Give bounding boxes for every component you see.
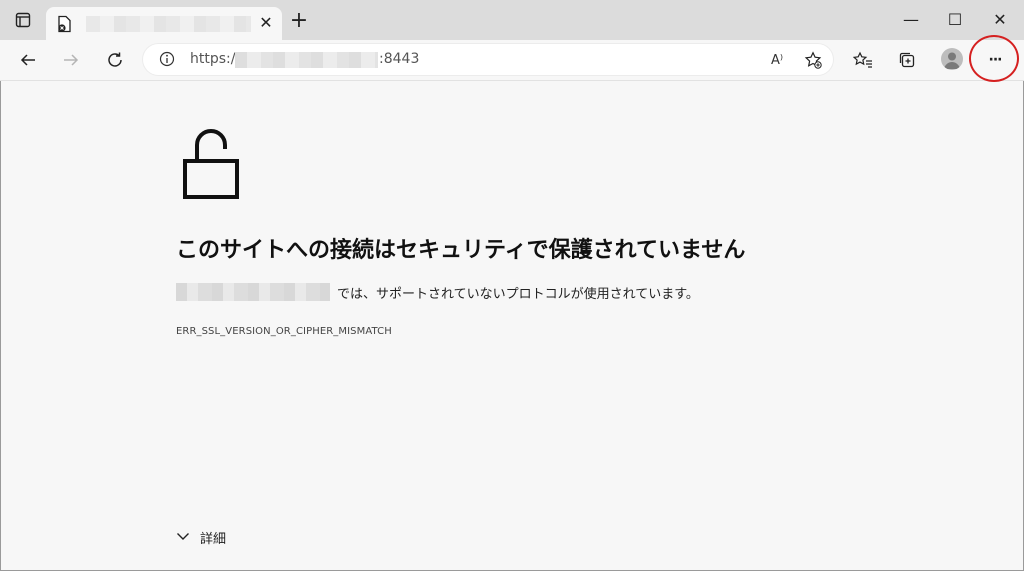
info-icon[interactable]: [159, 51, 175, 67]
favorites-icon[interactable]: [851, 48, 875, 72]
url-scheme: https://: [190, 51, 241, 67]
tab-bar: ✕ + — ☐ ✕: [0, 0, 1024, 41]
tab-title-redacted: [86, 16, 251, 32]
back-icon[interactable]: [16, 48, 40, 72]
collections-icon[interactable]: [895, 48, 919, 72]
unlocked-padlock-icon: [183, 127, 239, 199]
window-close-button[interactable]: ✕: [990, 10, 1010, 30]
read-aloud-icon[interactable]: A⁾: [767, 50, 787, 70]
host-name-redacted: [176, 283, 330, 301]
details-button[interactable]: 詳細: [176, 527, 226, 547]
maximize-button[interactable]: ☐: [945, 10, 965, 30]
refresh-icon[interactable]: [103, 48, 127, 72]
more-button-highlight-circle: [969, 35, 1019, 82]
url-host-redacted: [235, 52, 378, 68]
new-tab-button[interactable]: +: [289, 10, 309, 32]
error-code: ERR_SSL_VERSION_OR_CIPHER_MISMATCH: [176, 326, 392, 337]
details-label: 詳細: [200, 531, 227, 547]
forward-icon[interactable]: [59, 48, 83, 72]
minimize-button[interactable]: —: [901, 10, 921, 30]
profile-icon[interactable]: [941, 48, 963, 70]
error-heading: このサイトへの接続はセキュリティで保護されていません: [176, 238, 746, 263]
error-description: では、サポートされていないプロトコルが使用されています。: [337, 287, 699, 302]
navigation-toolbar: https:// :8443 A⁾ ···: [0, 40, 1024, 81]
url-port: :8443: [379, 51, 420, 67]
add-favorite-icon[interactable]: [803, 50, 823, 70]
address-bar[interactable]: https:// :8443 A⁾: [143, 44, 833, 75]
chevron-down-icon: [176, 530, 190, 545]
favicon-error-icon: [56, 15, 74, 33]
tab-active[interactable]: ✕: [46, 7, 282, 41]
tab-actions-icon[interactable]: [13, 10, 33, 30]
tab-close-button[interactable]: ✕: [258, 15, 274, 31]
